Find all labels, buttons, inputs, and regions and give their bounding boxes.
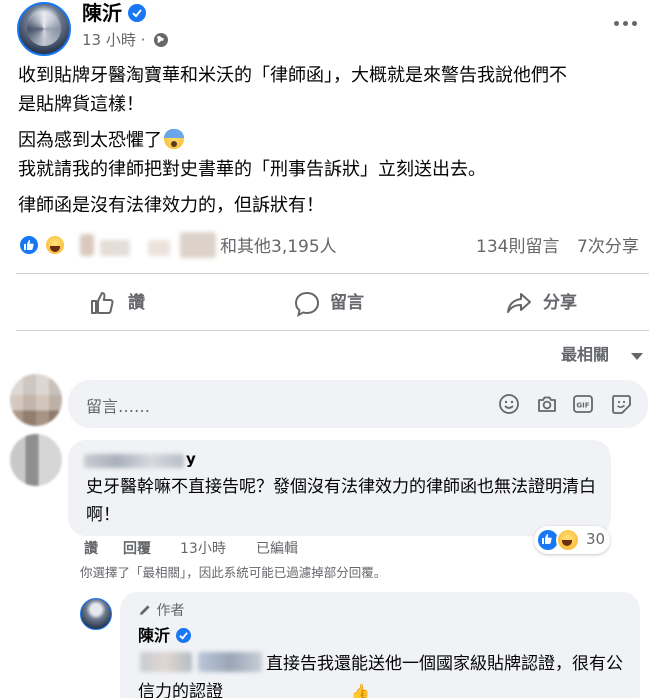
comment-label: 留言 xyxy=(330,293,364,313)
post-line-4: 我就請我的律師把對史書華的「刑事告訴狀」立刻送出去。 xyxy=(18,159,486,180)
svg-text:GIF: GIF xyxy=(576,402,589,410)
comment-reactions[interactable]: 30 xyxy=(534,526,610,554)
thumbs-up-emoji-icon: 👍 xyxy=(351,683,370,698)
gif-icon[interactable]: GIF xyxy=(572,393,594,415)
like-button[interactable]: 讚 xyxy=(90,284,160,322)
more-options-icon[interactable] xyxy=(612,13,640,33)
post-line-3: 因為感到太恐懼了 xyxy=(18,126,658,155)
post-line-3-text: 因為感到太恐懼了 xyxy=(18,130,162,151)
like-thumb-icon xyxy=(91,292,114,314)
author-name[interactable]: 陳沂 xyxy=(82,0,122,26)
comment-text: 史牙醫幹嘛不直接告呢？發個沒有法律效力的律師函也無法證明清白啊！ xyxy=(86,477,596,525)
share-arrow-icon xyxy=(507,293,531,313)
blurred-name-3 xyxy=(148,240,170,256)
reply-text-content: 直接告我還能送他一個國家級貼牌認證，很有公信力的認證 xyxy=(138,654,623,698)
globe-icon xyxy=(154,33,168,47)
reply-text: 直接告我還能送他一個國家級貼牌認證，很有公信力的認證 👍 xyxy=(138,650,628,698)
post-line-2: 是貼牌貨這樣！ xyxy=(18,94,144,115)
comment-bubble-icon xyxy=(294,291,320,317)
share-label: 分享 xyxy=(543,293,577,313)
post-line-1: 收到貼牌牙醫淘寶華和米沃的「律師函」，大概就是來警告我說他們不 xyxy=(18,65,567,86)
author-tag: 作者 xyxy=(138,602,184,620)
reply-verified-badge-icon xyxy=(176,628,191,643)
like-reaction-icon xyxy=(18,234,40,256)
haha-reaction-icon xyxy=(44,234,66,256)
divider-bottom xyxy=(16,330,649,331)
share-count[interactable]: 7次分享 xyxy=(577,236,639,258)
blurred-name-4 xyxy=(180,232,216,258)
post-timestamp[interactable]: 13 小時 · xyxy=(82,30,145,50)
comment-count[interactable]: 134則留言 xyxy=(476,236,559,258)
scared-emoji-icon xyxy=(164,129,184,149)
camera-icon[interactable] xyxy=(536,393,558,415)
reply-author-name[interactable]: 陳沂 xyxy=(138,626,170,646)
divider-top xyxy=(16,273,649,274)
sort-dropdown[interactable]: 最相關 xyxy=(561,344,609,366)
current-user-avatar[interactable] xyxy=(10,374,62,426)
pencil-icon xyxy=(140,605,150,615)
reaction-icons[interactable] xyxy=(18,232,70,258)
author-tag-label: 作者 xyxy=(156,603,185,619)
post-time[interactable]: 13 小時 xyxy=(82,31,136,49)
comment-haha-icon xyxy=(556,528,580,552)
post-line-5: 律師函是沒有法律效力的，但訴狀有！ xyxy=(18,195,324,216)
emoji-icon[interactable] xyxy=(498,393,520,415)
blurred-name-1 xyxy=(80,234,94,256)
comment-reaction-count: 30 xyxy=(586,530,606,548)
comment-input-placeholder: 留言…… xyxy=(86,397,151,416)
reply-author-avatar[interactable] xyxy=(80,598,112,630)
commenter-name-blur[interactable] xyxy=(84,454,184,468)
comment-time[interactable]: 13小時 xyxy=(180,540,226,558)
meta-dot: · xyxy=(140,31,146,49)
comment-reply-link[interactable]: 回覆 xyxy=(123,540,151,558)
sticker-icon[interactable] xyxy=(610,393,632,415)
comment-like-link[interactable]: 讚 xyxy=(84,540,98,558)
commenter-avatar[interactable] xyxy=(10,434,62,486)
comment-button[interactable]: 留言 xyxy=(294,284,384,322)
share-button[interactable]: 分享 xyxy=(506,284,596,322)
verified-badge-icon xyxy=(128,4,146,22)
reply-bubble: 作者 陳沂 直接告我還能送他一個國家級貼牌認證，很有公信力的認證 👍 xyxy=(120,592,640,698)
filter-note: 你選擇了「最相關」，因此系統可能已過濾掉部分回覆。 xyxy=(80,565,387,580)
comment-edited[interactable]: 已編輯 xyxy=(256,540,298,558)
blurred-name-2 xyxy=(100,240,130,256)
comment-bubble: y 史牙醫幹嘛不直接告呢？發個沒有法律效力的律師函也無法證明清白啊！ xyxy=(68,440,611,536)
author-avatar[interactable] xyxy=(17,2,71,56)
comment-input[interactable]: 留言…… GIF xyxy=(68,380,648,428)
like-label: 讚 xyxy=(128,293,145,313)
reaction-count[interactable]: 和其他3,195人 xyxy=(220,236,337,258)
commenter-name-suffix[interactable]: y xyxy=(186,450,196,468)
caret-down-icon[interactable] xyxy=(631,353,643,360)
